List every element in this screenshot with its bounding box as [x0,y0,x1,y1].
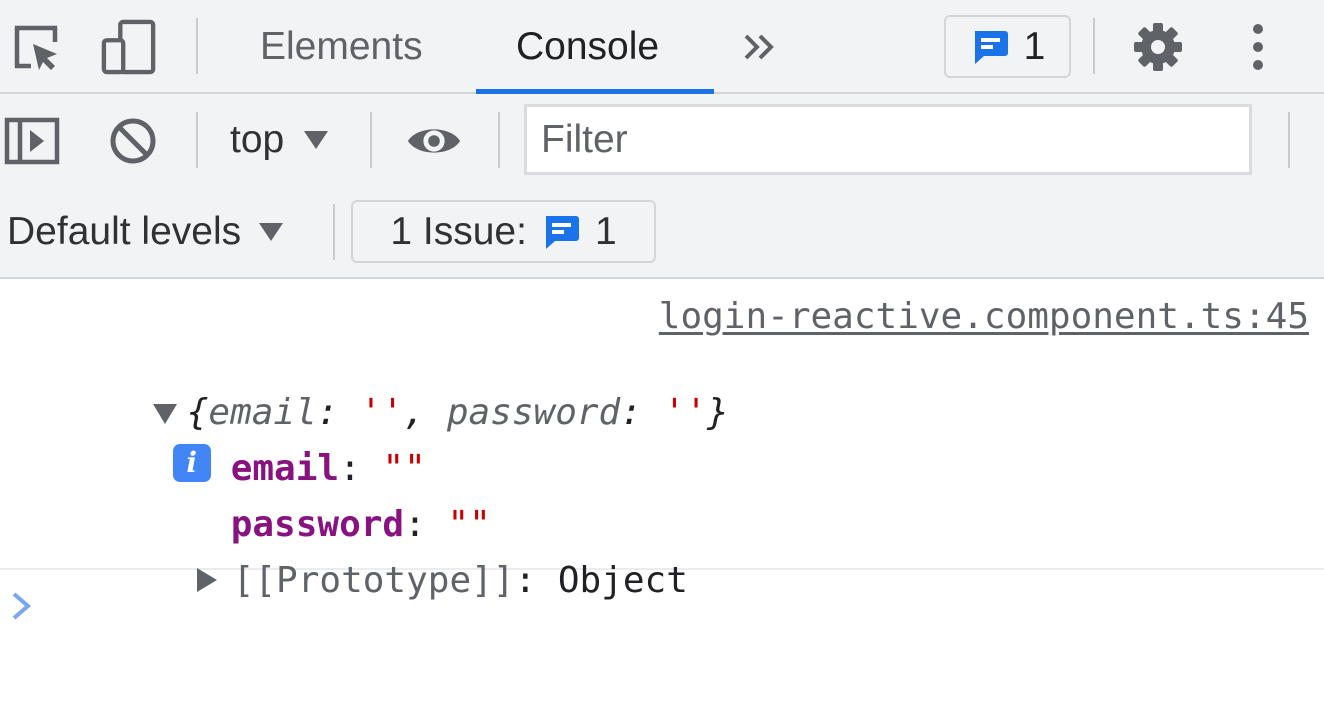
source-link[interactable]: login-reactive.component.ts:45 [659,296,1309,337]
chevron-down-icon [304,131,329,149]
console-input[interactable] [50,580,1310,632]
separator [370,112,372,168]
live-expression-eye-icon[interactable] [406,112,462,170]
context-label: top [230,118,285,161]
issues-counter-button[interactable]: 1 [944,15,1071,78]
console-toolbar: top [0,94,1324,186]
chevron-down-icon [259,223,284,241]
separator [196,112,198,168]
device-toolbar-icon[interactable] [101,18,157,76]
console-message: login-reactive.component.ts:45 {email: '… [0,281,1324,601]
devtools-tabbar: Elements Console 1 [0,0,1324,94]
message-icon [974,30,1008,64]
filter-input[interactable] [524,104,1252,175]
tab-elements[interactable]: Elements [260,0,423,94]
summary-key-password: password [446,392,621,433]
issues-chip-count: 1 [594,209,617,253]
console-prompt-icon [12,592,32,620]
context-selector[interactable]: top [230,110,329,170]
inspect-element-icon[interactable] [8,18,64,76]
issues-count: 1 [1023,24,1046,68]
more-tabs-icon[interactable] [734,18,786,76]
more-options-icon[interactable] [1230,18,1286,76]
console-toolbar-secondary: Default levels 1 Issue: 1 [0,186,1324,279]
issues-label: 1 Issue: [390,209,527,253]
separator [196,18,198,74]
separator [498,112,500,168]
summary-value-password: '' [663,392,707,433]
settings-icon[interactable] [1130,18,1186,76]
clear-console-icon[interactable] [105,112,161,170]
separator [1288,112,1290,168]
show-sidebar-icon[interactable] [4,112,60,170]
message-icon [545,215,579,249]
tab-console[interactable]: Console [516,0,659,94]
log-levels-label: Default levels [7,210,242,253]
separator [333,204,335,260]
separator [1093,18,1095,74]
log-levels-dropdown[interactable]: Default levels [7,202,284,262]
issues-button[interactable]: 1 Issue: 1 [351,200,656,263]
